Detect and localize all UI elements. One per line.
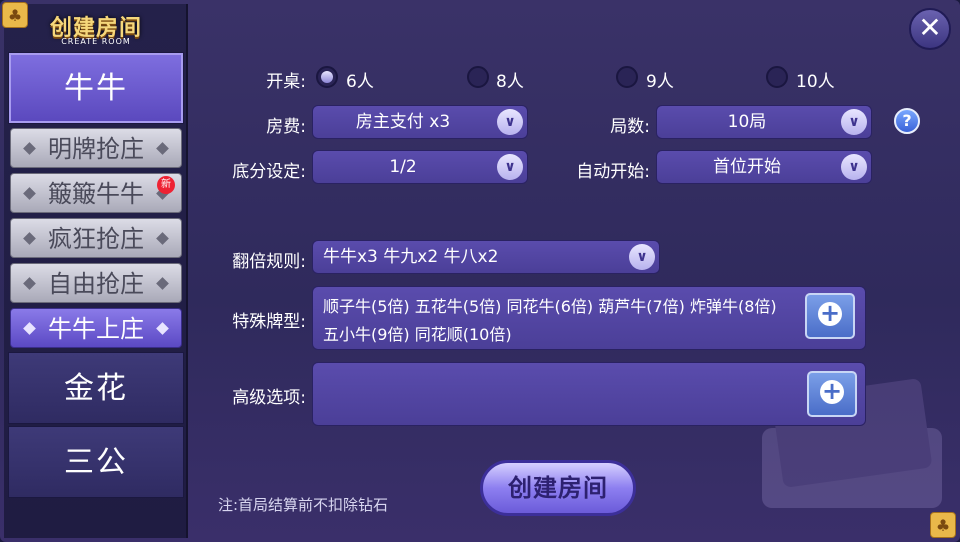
rounds-select[interactable]: 10局 ∨	[656, 105, 872, 139]
help-icon: ?	[902, 111, 912, 130]
autostart-select[interactable]: 首位开始 ∨	[656, 150, 872, 184]
chevron-down-icon: ∨	[629, 244, 655, 270]
diamond-icon	[23, 277, 36, 290]
players-6-label: 6人	[346, 72, 374, 92]
special-text: 顺子牛(5倍) 五花牛(5倍) 同花牛(6倍) 葫芦牛(7倍) 炸弹牛(8倍) …	[323, 297, 777, 344]
base-label: 底分设定:	[232, 162, 306, 182]
chevron-down-icon: ∨	[497, 154, 523, 180]
diamond-icon	[23, 232, 36, 245]
close-icon: ✕	[918, 11, 942, 44]
new-badge: 新	[157, 176, 175, 194]
special-label: 特殊牌型:	[232, 312, 306, 332]
diamond-icon	[23, 142, 36, 155]
fee-select[interactable]: 房主支付 x3 ∨	[312, 105, 528, 139]
chevron-down-icon: ∨	[841, 154, 867, 180]
subtab-bobo[interactable]: 簸簸牛牛 新	[10, 173, 182, 213]
subtab-mingpai[interactable]: 明牌抢庄	[10, 128, 182, 168]
diamond-icon	[23, 187, 36, 200]
help-button[interactable]: ?	[894, 108, 920, 134]
radio-10[interactable]	[766, 66, 788, 88]
tab-niuniu[interactable]: 牛牛	[8, 52, 184, 124]
rounds-label: 局数:	[610, 117, 650, 137]
chevron-down-icon: ∨	[497, 109, 523, 135]
club-corner-icon: ♣	[930, 512, 956, 538]
advanced-label: 高级选项:	[232, 388, 306, 408]
subtab-fengkuang[interactable]: 疯狂抢庄	[10, 218, 182, 258]
add-special-button[interactable]	[805, 293, 855, 339]
diamond-icon	[156, 142, 169, 155]
close-button[interactable]: ✕	[909, 8, 951, 50]
subtab-ziyou[interactable]: 自由抢庄	[10, 263, 182, 303]
diamond-icon	[156, 322, 169, 335]
radio-8[interactable]	[467, 66, 489, 88]
double-label: 翻倍规则:	[232, 252, 306, 272]
chevron-down-icon: ∨	[841, 109, 867, 135]
tab-jinhua[interactable]: 金花	[8, 352, 184, 424]
subtab-shangzhuang[interactable]: 牛牛上庄	[10, 308, 182, 348]
diamond-icon	[156, 277, 169, 290]
base-select[interactable]: 1/2 ∨	[312, 150, 528, 184]
radio-9[interactable]	[616, 66, 638, 88]
table-label: 开桌:	[266, 72, 306, 92]
diamond-icon	[156, 232, 169, 245]
sidebar: 创建房间 CREATE ROOM 牛牛 明牌抢庄 簸簸牛牛 新 疯狂抢庄 自由抢…	[4, 4, 188, 538]
players-9-label: 9人	[646, 72, 674, 92]
create-room-button[interactable]: 创建房间	[480, 460, 636, 516]
special-panel: 顺子牛(5倍) 五花牛(5倍) 同花牛(6倍) 葫芦牛(7倍) 炸弹牛(8倍) …	[312, 286, 866, 350]
tab-sangong[interactable]: 三公	[8, 426, 184, 498]
club-corner-icon: ♣	[2, 2, 28, 28]
create-room-dialog: 创建房间 CREATE ROOM 牛牛 明牌抢庄 簸簸牛牛 新 疯狂抢庄 自由抢…	[0, 0, 960, 542]
autostart-label: 自动开始:	[576, 162, 650, 182]
diamond-icon	[23, 322, 36, 335]
add-advanced-button[interactable]	[807, 371, 857, 417]
page-title: 创建房间 CREATE ROOM	[49, 16, 142, 46]
advanced-panel	[312, 362, 866, 426]
fee-label: 房费:	[266, 117, 306, 137]
players-8-label: 8人	[496, 72, 524, 92]
players-10-label: 10人	[796, 72, 835, 92]
note-text: 注:首局结算前不扣除钻石	[218, 496, 389, 514]
radio-6[interactable]	[316, 66, 338, 88]
double-select[interactable]: 牛牛x3 牛九x2 牛八x2 ∨	[312, 240, 660, 274]
